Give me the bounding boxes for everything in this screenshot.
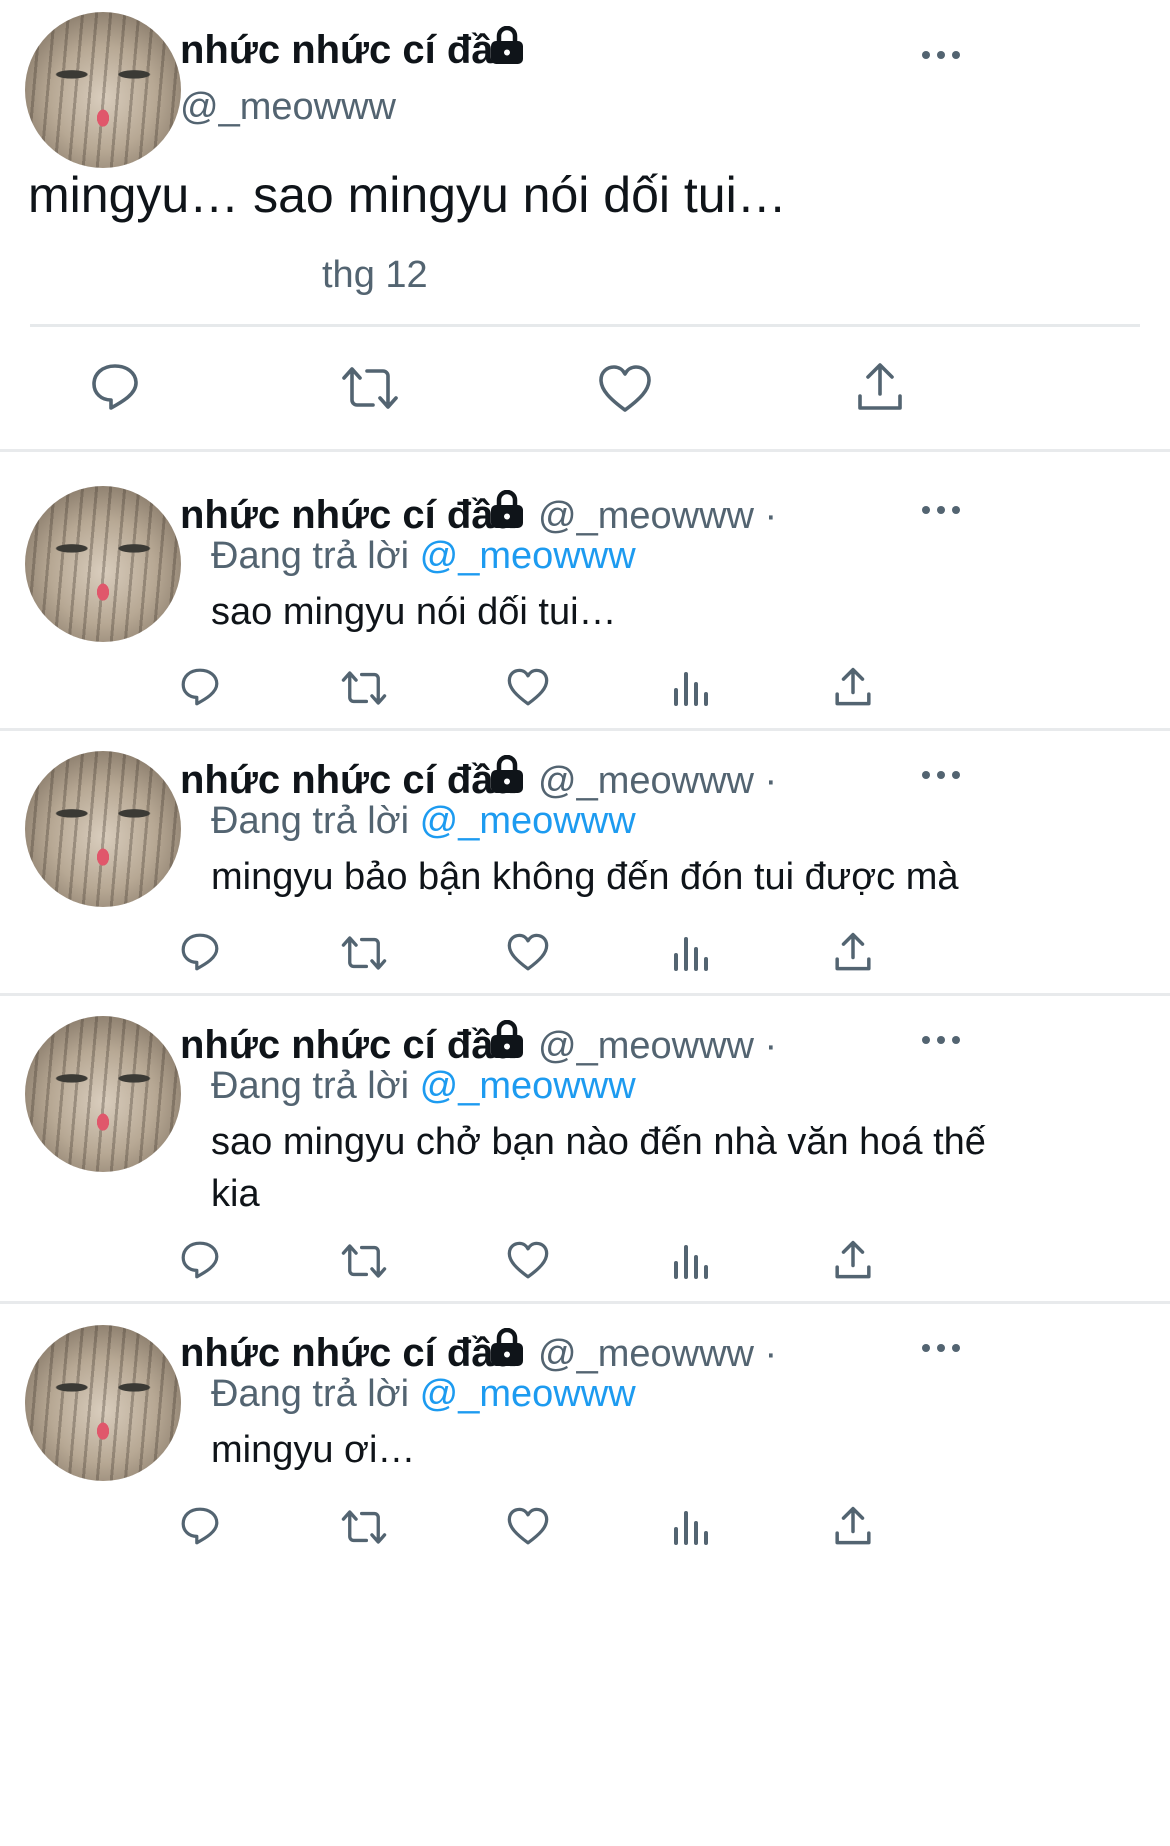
retweet-icon[interactable] <box>340 1508 388 1546</box>
display-name[interactable]: nhức nhức cí đầu <box>180 758 518 803</box>
avatar[interactable] <box>25 486 181 642</box>
mention-link[interactable]: @_meowww <box>420 800 636 842</box>
handle[interactable]: @_meowww · <box>538 1333 777 1376</box>
more-icon[interactable] <box>922 1036 962 1048</box>
reply-icon[interactable] <box>180 667 220 707</box>
handle[interactable]: @_meowww · <box>538 1025 777 1068</box>
replying-to: Đang trả lời @_meowww <box>211 535 636 578</box>
handle[interactable]: @_meowww <box>180 86 396 129</box>
display-name[interactable]: nhức nhức cí đầu <box>180 493 518 538</box>
analytics-icon[interactable] <box>672 668 710 706</box>
share-icon[interactable] <box>834 932 872 972</box>
display-name[interactable]: nhức nhức cí đầu <box>180 1331 518 1376</box>
analytics-icon[interactable] <box>672 933 710 971</box>
more-icon[interactable] <box>922 506 962 518</box>
lock-icon <box>491 755 523 793</box>
replying-to: Đang trả lời @_meowww <box>211 800 636 843</box>
divider <box>0 728 1170 731</box>
display-name[interactable]: nhức nhức cí đầu <box>180 28 518 73</box>
tweet-text: mingyu bảo bận không đến đón tui được mà <box>211 856 959 898</box>
tweet-date[interactable]: thg 12 <box>322 254 428 297</box>
handle[interactable]: @_meowww · <box>538 760 777 803</box>
more-icon[interactable] <box>922 771 962 783</box>
lock-icon <box>491 1328 523 1366</box>
share-icon[interactable] <box>834 1506 872 1546</box>
divider <box>0 993 1170 996</box>
divider <box>0 1301 1170 1304</box>
tweet-text: sao mingyu nói dối tui… <box>211 591 617 633</box>
like-icon[interactable] <box>598 364 652 414</box>
replying-to-label: Đang trả lời <box>211 1373 410 1415</box>
share-icon[interactable] <box>834 667 872 707</box>
retweet-icon[interactable] <box>340 1242 388 1280</box>
more-icon[interactable] <box>922 51 962 63</box>
tweet-text: mingyu… sao mingyu nói dối tui… <box>28 167 787 223</box>
avatar[interactable] <box>25 1325 181 1481</box>
avatar[interactable] <box>25 12 181 168</box>
replying-to: Đang trả lời @_meowww <box>211 1065 636 1108</box>
retweet-icon[interactable] <box>340 669 388 707</box>
replying-to: Đang trả lời @_meowww <box>211 1373 636 1416</box>
lock-icon <box>491 490 523 528</box>
display-name[interactable]: nhức nhức cí đầu <box>180 1023 518 1068</box>
analytics-icon[interactable] <box>672 1241 710 1279</box>
tweet-text: sao mingyu chở bạn nào đến nhà văn hoá t… <box>211 1121 986 1215</box>
divider <box>0 449 1170 452</box>
replying-to-label: Đang trả lời <box>211 1065 410 1107</box>
reply-icon[interactable] <box>180 1506 220 1546</box>
avatar[interactable] <box>25 751 181 907</box>
retweet-icon[interactable] <box>340 934 388 972</box>
more-icon[interactable] <box>922 1344 962 1356</box>
like-icon[interactable] <box>507 1507 549 1546</box>
reply-icon[interactable] <box>180 932 220 972</box>
analytics-icon[interactable] <box>672 1507 710 1545</box>
like-icon[interactable] <box>507 1241 549 1280</box>
avatar[interactable] <box>25 1016 181 1172</box>
like-icon[interactable] <box>507 668 549 707</box>
lock-icon <box>491 1020 523 1058</box>
divider <box>30 324 1140 327</box>
reply-icon[interactable] <box>90 362 140 412</box>
share-icon[interactable] <box>856 362 904 412</box>
handle[interactable]: @_meowww · <box>538 495 777 538</box>
replying-to-label: Đang trả lời <box>211 800 410 842</box>
mention-link[interactable]: @_meowww <box>420 1065 636 1107</box>
mention-link[interactable]: @_meowww <box>420 535 636 577</box>
like-icon[interactable] <box>507 933 549 972</box>
mention-link[interactable]: @_meowww <box>420 1373 636 1415</box>
share-icon[interactable] <box>834 1240 872 1280</box>
retweet-icon[interactable] <box>340 364 400 412</box>
reply-icon[interactable] <box>180 1240 220 1280</box>
replying-to-label: Đang trả lời <box>211 535 410 577</box>
tweet-text: mingyu ơi… <box>211 1429 416 1471</box>
lock-icon <box>491 26 523 64</box>
